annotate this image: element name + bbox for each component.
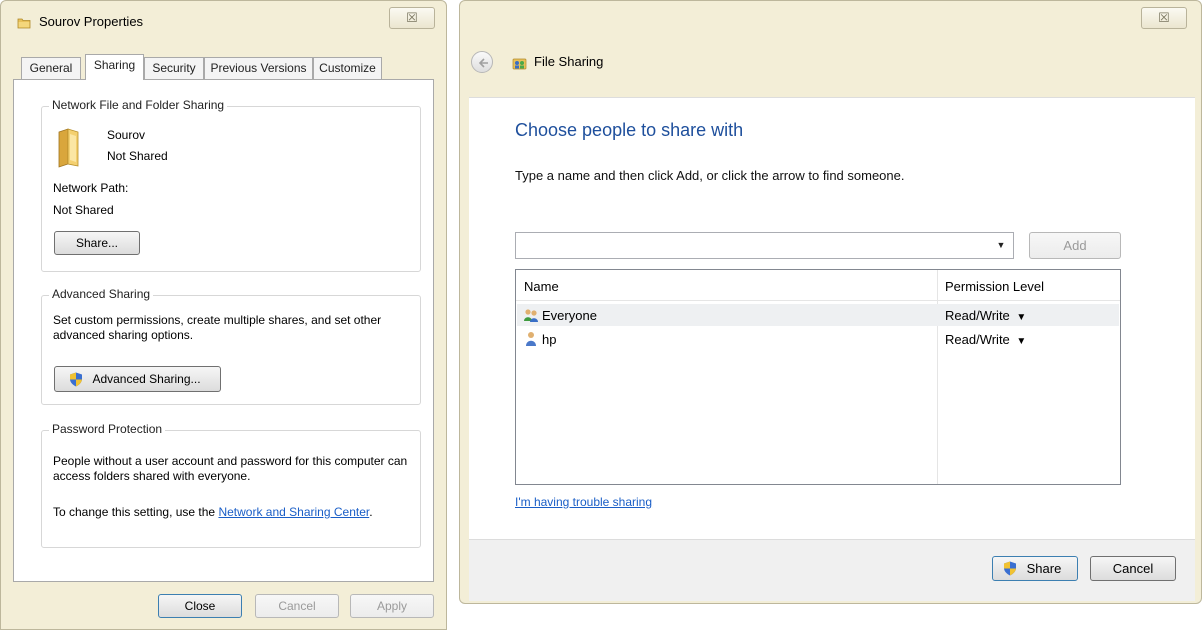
password-protection-group-title: Password Protection (49, 422, 166, 436)
tab-security[interactable]: Security (144, 57, 204, 79)
network-sharing-center-link[interactable]: Network and Sharing Center (218, 505, 369, 519)
dialog-instructions: Type a name and then click Add, or click… (515, 168, 905, 183)
advanced-sharing-button[interactable]: Advanced Sharing... (54, 366, 221, 392)
table-row[interactable]: hp Read/Write ▼ (517, 328, 1119, 350)
row-permission[interactable]: Read/Write ▼ (945, 332, 1026, 347)
back-arrow-icon (478, 58, 488, 68)
column-header-name[interactable]: Name (524, 279, 559, 294)
user-icon (526, 332, 536, 346)
row-name: hp (542, 332, 557, 347)
tab-general[interactable]: General (21, 57, 81, 79)
dialog-cancel-button[interactable]: Cancel (1090, 556, 1176, 581)
add-button[interactable]: Add (1029, 232, 1121, 259)
share-button[interactable]: Share... (54, 231, 140, 255)
tab-customize[interactable]: Customize (313, 57, 382, 79)
share-submit-button[interactable]: Share (992, 556, 1078, 581)
password-protection-group (41, 430, 421, 548)
share-submit-label: Share (1026, 561, 1062, 576)
apply-button[interactable]: Apply (350, 594, 434, 618)
uac-shield-icon (70, 372, 82, 387)
properties-title: Sourov Properties (39, 14, 144, 29)
advanced-sharing-description: Set custom permissions, create multiple … (53, 313, 382, 342)
network-path-value: Not Shared (53, 203, 114, 217)
folder-share-status: Not Shared (107, 149, 168, 163)
table-row[interactable]: Everyone Read/Write ▼ (517, 304, 1119, 326)
file-sharing-content: Choose people to share with Type a name … (469, 97, 1195, 600)
permission-dropdown-icon: ▼ (1016, 312, 1027, 323)
row-permission-label: Read/Write (945, 308, 1010, 323)
group-users-icon (524, 309, 538, 322)
tab-previous-versions[interactable]: Previous Versions (204, 57, 313, 79)
close-button[interactable]: Close (158, 594, 242, 618)
row-name: Everyone (542, 308, 597, 323)
network-sharing-group-title: Network File and Folder Sharing (49, 98, 228, 112)
file-sharing-window: ☒ File Sharing Choose people to share wi… (459, 0, 1202, 604)
name-input[interactable] (516, 233, 986, 258)
tab-sharing[interactable]: Sharing (85, 54, 144, 80)
row-permission[interactable]: Read/Write ▼ (945, 308, 1026, 323)
uac-shield-icon (1004, 561, 1016, 576)
trouble-sharing-link[interactable]: I'm having trouble sharing (515, 495, 652, 509)
change-setting-text: To change this setting, use the Network … (53, 505, 373, 519)
advanced-sharing-button-label: Advanced Sharing... (92, 372, 201, 386)
advanced-sharing-group-title: Advanced Sharing (49, 287, 154, 301)
back-button[interactable] (471, 51, 493, 73)
shared-folder-icon (58, 128, 79, 168)
properties-close-button[interactable]: ☒ (389, 7, 435, 29)
column-header-permission[interactable]: Permission Level (945, 279, 1044, 294)
dialog-footer: Share Cancel (469, 539, 1195, 601)
file-sharing-title: File Sharing (534, 54, 604, 69)
people-list: Name Permission Level Everyone Read/Writ… (515, 269, 1121, 485)
change-setting-suffix: . (369, 505, 373, 519)
sharing-tab-panel: Network File and Folder Sharing Sourov N… (13, 79, 434, 582)
header-divider (516, 300, 1120, 301)
properties-window: Sourov Properties ☒ General Sharing Secu… (0, 0, 447, 630)
dropdown-arrow-icon[interactable]: ▼ (994, 238, 1008, 252)
properties-titlebar[interactable]: Sourov Properties ☒ (1, 1, 446, 41)
permission-dropdown-icon: ▼ (1016, 336, 1027, 347)
folder-name: Sourov (107, 128, 146, 142)
column-divider (937, 270, 938, 484)
folder-icon (17, 18, 31, 29)
network-path-label: Network Path: (53, 181, 129, 195)
password-protection-description: People without a user account and passwo… (53, 454, 408, 483)
cancel-button[interactable]: Cancel (255, 594, 339, 618)
row-permission-label: Read/Write (945, 332, 1010, 347)
dialog-heading: Choose people to share with (515, 120, 744, 140)
file-sharing-icon (512, 58, 527, 70)
file-sharing-close-button[interactable]: ☒ (1141, 7, 1187, 29)
name-combobox[interactable]: ▼ (515, 232, 1014, 259)
change-setting-prefix: To change this setting, use the (53, 505, 219, 519)
